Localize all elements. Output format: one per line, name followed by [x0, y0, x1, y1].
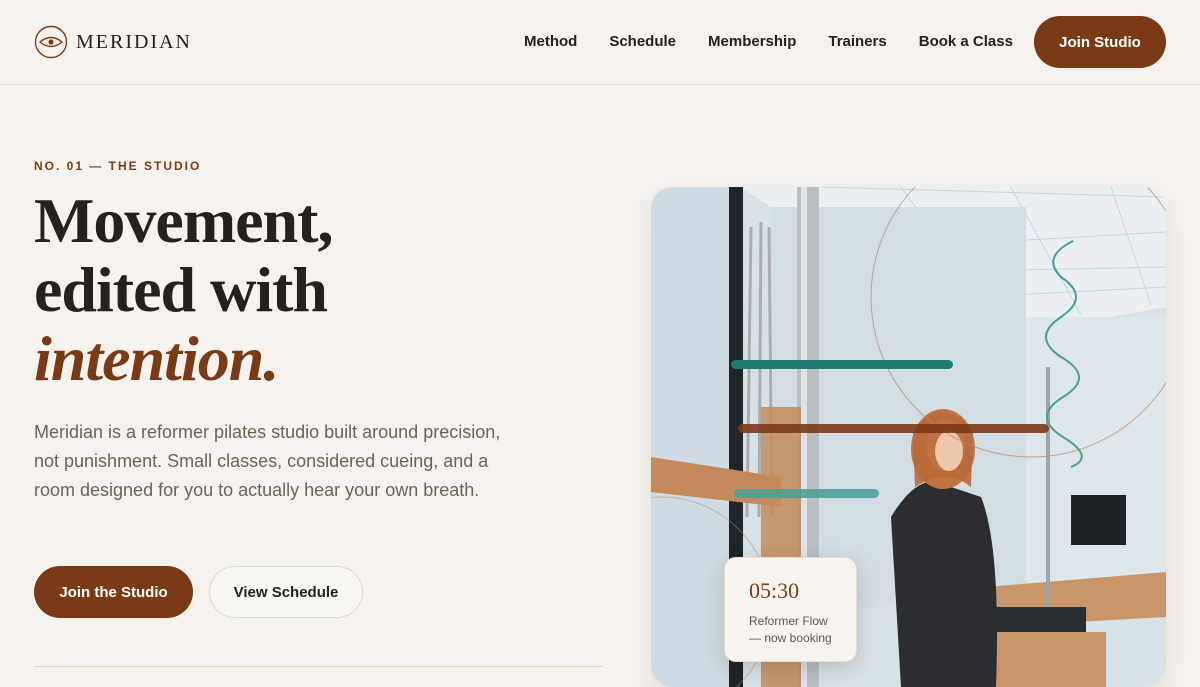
- nav-item-book-a-class[interactable]: Book a Class: [919, 33, 1013, 50]
- headline-accent: intention.: [34, 323, 279, 394]
- view-schedule-button[interactable]: View Schedule: [209, 566, 363, 618]
- class-time: 05:30: [749, 578, 800, 603]
- next-class-card[interactable]: 05:30 Reformer Flow — now booking: [724, 557, 857, 662]
- nav-item-method[interactable]: Method: [524, 33, 577, 50]
- main-nav: Method Schedule Membership Trainers Book…: [524, 33, 1013, 50]
- brand-name: MERIDIAN: [76, 30, 192, 53]
- join-studio-button[interactable]: Join Studio: [1034, 16, 1166, 68]
- class-name: Reformer Flow: [749, 614, 828, 628]
- headline-line-1: Movement,: [34, 185, 333, 256]
- eye-icon: [34, 25, 68, 59]
- brand-logo[interactable]: MERIDIAN: [34, 25, 192, 59]
- hero-eyebrow: NO. 01 — THE STUDIO: [34, 159, 202, 173]
- join-the-studio-button[interactable]: Join the Studio: [34, 566, 193, 618]
- section-divider: [34, 666, 603, 667]
- site-header: MERIDIAN Method Schedule Membership Trai…: [0, 0, 1200, 85]
- hero-description: Meridian is a reformer pilates studio bu…: [34, 422, 501, 500]
- headline-line-2: edited with: [34, 254, 328, 325]
- class-info: Reformer Flow — now booking: [749, 613, 856, 647]
- class-status: — now booking: [749, 631, 832, 645]
- hero-headline: Movement, edited with intention.: [34, 185, 333, 394]
- nav-item-membership[interactable]: Membership: [708, 33, 796, 50]
- nav-item-schedule[interactable]: Schedule: [609, 33, 676, 50]
- nav-item-trainers[interactable]: Trainers: [828, 33, 886, 50]
